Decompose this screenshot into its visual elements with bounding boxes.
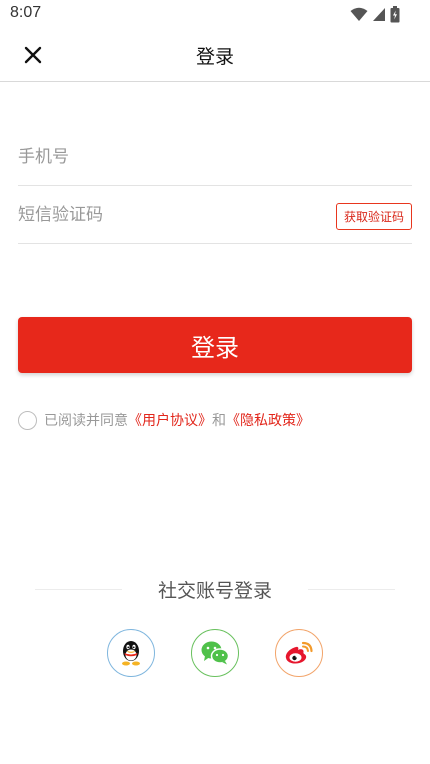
wifi-icon xyxy=(350,7,368,21)
sms-code-field-row: 获取验证码 xyxy=(18,186,412,244)
agreement-prefix: 已阅读并同意 xyxy=(44,413,128,429)
get-code-button[interactable]: 获取验证码 xyxy=(336,203,412,230)
cellular-signal-icon xyxy=(373,7,385,21)
status-bar: 8:07 xyxy=(0,0,430,28)
agreement-conjunction: 和 xyxy=(212,413,226,429)
social-login-buttons xyxy=(107,629,323,677)
top-bar: 登录 xyxy=(0,28,430,82)
social-login-header: 社交账号登录 xyxy=(35,576,396,602)
phone-input[interactable] xyxy=(18,128,412,186)
wechat-icon xyxy=(201,641,230,665)
page-title: 登录 xyxy=(195,46,234,68)
divider-right xyxy=(308,588,396,590)
status-time: 8:07 xyxy=(10,4,42,21)
agreement-checkbox[interactable] xyxy=(18,410,37,430)
qq-icon xyxy=(122,641,140,666)
agreement-row: 已阅读并同意 《用户协议》 和 《隐私政策》 xyxy=(18,409,310,431)
battery-icon xyxy=(390,5,400,22)
weibo-login-button[interactable] xyxy=(275,629,323,677)
sms-code-input[interactable] xyxy=(18,186,318,244)
qq-login-button[interactable] xyxy=(107,629,155,677)
weibo-icon xyxy=(285,641,313,664)
wechat-login-button[interactable] xyxy=(191,629,239,677)
phone-field-row xyxy=(18,128,412,186)
privacy-policy-link[interactable]: 《隐私政策》 xyxy=(226,410,310,430)
social-login-title: 社交账号登录 xyxy=(158,579,273,602)
divider-left xyxy=(35,588,122,590)
user-agreement-link[interactable]: 《用户协议》 xyxy=(128,410,212,430)
status-icons xyxy=(350,5,400,23)
login-button[interactable]: 登录 xyxy=(18,317,412,373)
